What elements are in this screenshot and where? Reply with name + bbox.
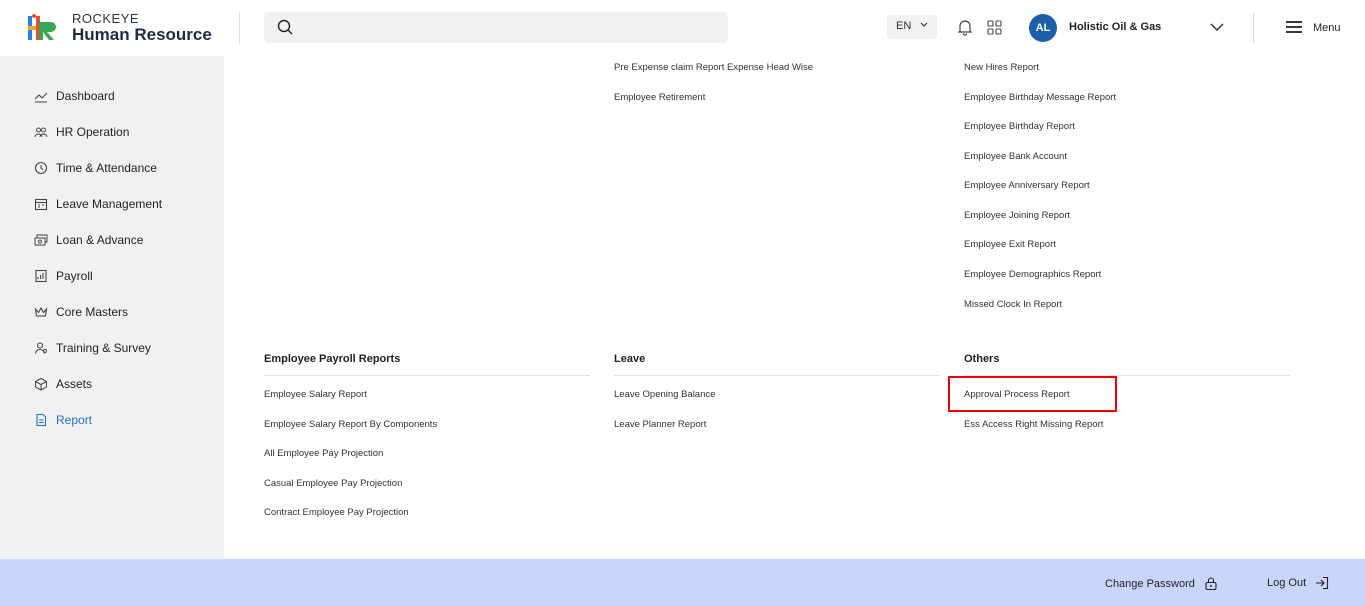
sidebar-item-payroll[interactable]: Payroll (34, 266, 93, 286)
sidebar-item-hr-operation[interactable]: HR Operation (34, 122, 129, 142)
chart-line-icon (34, 92, 48, 103)
report-link[interactable]: Leave Opening Balance (614, 389, 715, 400)
report-link[interactable]: Ess Access Right Missing Report (964, 419, 1103, 430)
sidebar-item-label: Leave Management (56, 197, 163, 211)
logout-icon (1316, 576, 1329, 590)
sidebar: Dashboard HR Operation Time & Attendance… (0, 56, 224, 559)
change-password-label: Change Password (1105, 577, 1195, 590)
sidebar-item-label: Dashboard (56, 89, 115, 103)
sidebar-item-label: Assets (56, 377, 93, 391)
box-icon (35, 377, 47, 391)
sidebar-item-report[interactable]: Report (34, 410, 92, 430)
report-link[interactable]: All Employee Pay Projection (264, 448, 383, 459)
user-training-icon (34, 342, 47, 354)
section-divider (264, 375, 590, 376)
sidebar-item-label: Core Masters (56, 305, 129, 319)
report-link[interactable]: Employee Anniversary Report (964, 180, 1090, 191)
report-link[interactable]: New Hires Report (964, 62, 1039, 73)
language-selector[interactable]: EN (887, 15, 937, 39)
sidebar-item-leave-management[interactable]: Leave Management (34, 194, 162, 214)
language-label: EN (896, 20, 912, 32)
sidebar-item-label: Time & Attendance (56, 161, 157, 175)
calendar-icon (34, 198, 48, 211)
user-avatar[interactable]: AL (1029, 14, 1057, 42)
clock-history-icon (34, 161, 48, 175)
sidebar-item-loan-advance[interactable]: Loan & Advance (34, 230, 143, 250)
header-divider (239, 12, 240, 44)
section-heading-leave: Leave (614, 353, 646, 365)
logout-label: Log Out (1267, 577, 1307, 589)
section-heading-payroll: Employee Payroll Reports (264, 353, 401, 365)
menu-button-label[interactable]: Menu (1313, 22, 1341, 34)
sidebar-item-core-masters[interactable]: Core Masters (34, 302, 128, 322)
sidebar-item-assets[interactable]: Assets (34, 374, 92, 394)
report-link[interactable]: Employee Salary Report By Components (264, 419, 437, 430)
lock-icon (1205, 577, 1217, 591)
search-icon (277, 19, 293, 35)
apps-grid-icon[interactable] (987, 20, 1002, 35)
sidebar-item-label: Training & Survey (56, 341, 151, 355)
highlight-box (948, 376, 1117, 412)
sidebar-item-label: Report (56, 413, 93, 427)
report-link[interactable]: Employee Exit Report (964, 239, 1056, 250)
report-link[interactable]: Employee Demographics Report (964, 269, 1101, 280)
rockeye-logo-icon[interactable] (26, 13, 58, 43)
report-link[interactable]: Casual Employee Pay Projection (264, 478, 402, 489)
sidebar-item-label: Payroll (56, 269, 93, 283)
report-link[interactable]: Employee Retirement (614, 92, 705, 103)
report-link[interactable]: Employee Salary Report (264, 389, 367, 400)
sidebar-item-label: HR Operation (56, 125, 130, 139)
chevron-down-icon[interactable] (1209, 22, 1225, 32)
crown-icon (34, 306, 48, 317)
brand-product: Human Resource (72, 25, 212, 44)
sidebar-item-label: Loan & Advance (56, 233, 144, 247)
bell-icon[interactable] (957, 19, 973, 36)
company-name[interactable]: Holistic Oil & Gas (1069, 21, 1161, 33)
report-link[interactable]: Employee Birthday Message Report (964, 92, 1116, 103)
search-input[interactable] (264, 12, 728, 43)
hamburger-menu-icon[interactable] (1285, 19, 1303, 35)
sidebar-item-training-survey[interactable]: Training & Survey (34, 338, 151, 358)
report-link[interactable]: Leave Planner Report (614, 419, 706, 430)
report-link[interactable]: Employee Joining Report (964, 210, 1070, 221)
report-link[interactable]: Employee Bank Account (964, 151, 1067, 162)
section-heading-others: Others (964, 353, 1000, 365)
document-icon (36, 413, 47, 427)
report-link[interactable]: Contract Employee Pay Projection (264, 507, 409, 518)
logout-button[interactable]: Log Out (1267, 576, 1329, 590)
section-divider (614, 375, 940, 376)
sidebar-item-dashboard[interactable]: Dashboard (34, 86, 115, 106)
report-link[interactable]: Missed Clock In Report (964, 299, 1062, 310)
footer-bar: Change Password Log Out (0, 559, 1365, 606)
change-password-button[interactable]: Change Password (1105, 576, 1218, 591)
brand-name: ROCKEYE (72, 11, 140, 26)
report-link[interactable]: Pre Expense claim Report Expense Head Wi… (614, 62, 813, 73)
sidebar-item-time-attendance[interactable]: Time & Attendance (34, 158, 157, 178)
top-header: ROCKEYE Human Resource EN AL Holistic Oi… (0, 0, 1365, 56)
money-stack-icon (34, 234, 48, 246)
people-icon (34, 127, 48, 138)
chevron-down-icon (920, 22, 928, 27)
report-link[interactable]: Employee Birthday Report (964, 121, 1075, 132)
header-divider (1253, 12, 1254, 44)
payroll-icon (35, 269, 47, 283)
